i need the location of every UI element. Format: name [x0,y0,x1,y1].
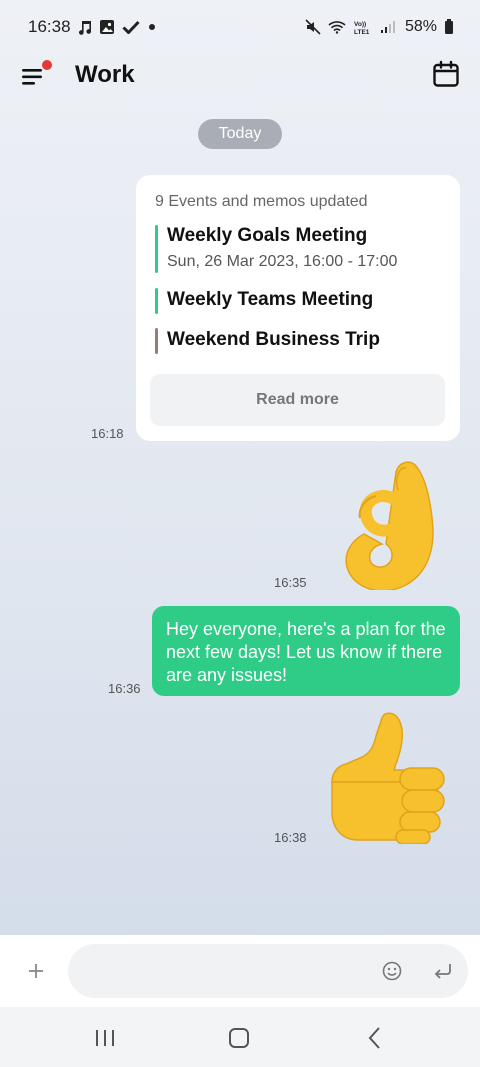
recent-apps-button[interactable] [92,1025,118,1051]
event-color-bar [155,288,158,314]
status-right: Vo)) LTE1 58% [305,18,454,36]
notification-dot [42,60,52,70]
back-button[interactable] [362,1025,388,1051]
mute-icon [305,19,321,35]
message-input-bar [0,935,480,1007]
read-more-button[interactable]: Read more [150,374,445,426]
page-title: Work [75,61,135,88]
status-left: 16:38 [28,17,157,37]
wifi-icon [328,20,346,34]
date-divider: Today [198,119,282,149]
enter-icon [434,964,451,979]
lte-icon: Vo)) LTE1 [353,19,373,35]
signal-icon [380,20,396,34]
svg-text:LTE1: LTE1 [354,29,370,35]
status-bar: 16:38 Vo)) LTE1 58% [0,0,480,54]
message-time: 16:38 [274,830,307,845]
event-title: Weekly Goals Meeting [167,225,368,246]
attach-button[interactable] [24,959,48,983]
calendar-icon [433,60,459,87]
thumbs-up-icon [331,712,445,845]
send-button[interactable] [432,961,454,981]
back-icon [368,1027,380,1049]
event-color-bar [155,225,158,273]
navigation-bar [0,1007,480,1067]
chat-header: Work [0,54,480,98]
message-time: 16:36 [108,681,141,696]
status-time: 16:38 [28,17,71,36]
message-input[interactable] [68,944,468,998]
event-item[interactable]: Weekly Teams Meeting [155,288,445,314]
music-note-icon [78,19,92,35]
menu-button[interactable] [20,60,52,90]
event-title: Weekend Business Trip [167,329,380,350]
check-icon [121,20,140,34]
message-time: 16:18 [91,426,124,441]
dot-icon [147,22,157,32]
home-button[interactable] [226,1025,252,1051]
event-item[interactable]: Weekly Goals Meeting Sun, 26 Mar 2023, 1… [155,225,445,273]
ok-hand-icon [345,461,434,592]
svg-text:Vo)): Vo)) [354,21,366,28]
event-update-card: 9 Events and memos updated Weekly Goals … [136,175,460,441]
ok-hand-emoji[interactable] [336,456,442,595]
event-datetime: Sun, 26 Mar 2023, 16:00 - 17:00 [167,253,398,270]
plus-icon [29,964,43,978]
home-icon [229,1028,249,1048]
image-icon [99,19,115,35]
smiley-icon [382,961,402,981]
event-item[interactable]: Weekend Business Trip [155,328,445,354]
event-title: Weekly Teams Meeting [167,289,374,310]
event-card-header: 9 Events and memos updated [155,193,368,210]
battery-icon [444,19,454,35]
message-bubble[interactable]: Hey everyone, here's a plan for the next… [152,606,460,696]
battery-percent: 58% [404,18,437,35]
message-text: Hey everyone, here's a plan for the next… [166,619,446,685]
calendar-button[interactable] [432,60,460,88]
thumbs-up-emoji[interactable] [328,712,450,849]
recent-apps-icon [96,1030,114,1046]
emoji-button[interactable] [381,960,403,982]
message-time: 16:35 [274,575,307,590]
event-color-bar [155,328,158,354]
